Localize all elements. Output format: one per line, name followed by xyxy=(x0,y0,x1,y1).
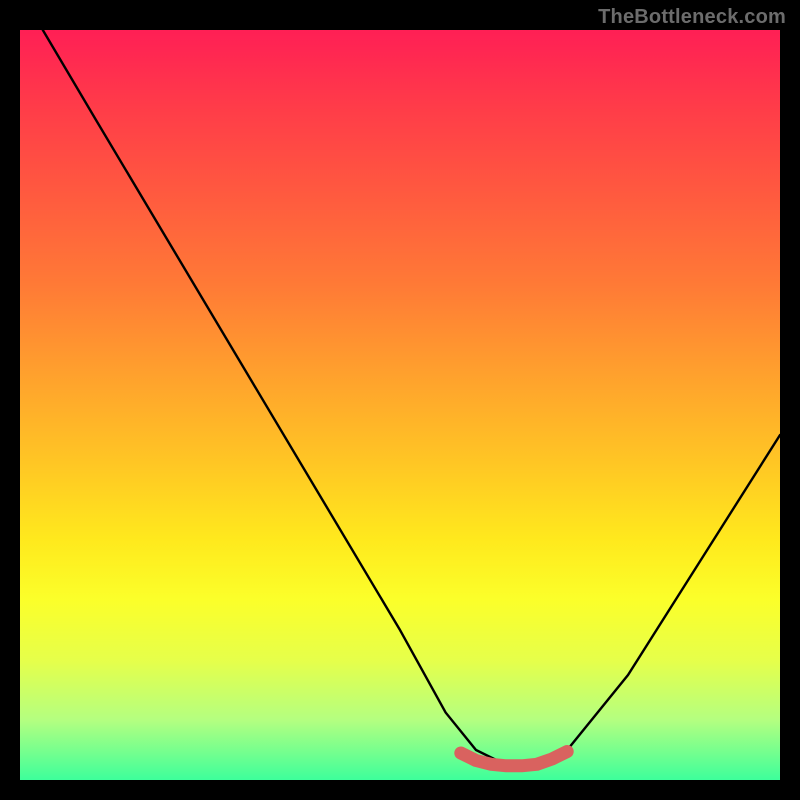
curve-line xyxy=(43,30,780,765)
chart-frame: TheBottleneck.com xyxy=(0,0,800,800)
optimum-marker-line xyxy=(461,752,567,766)
watermark-text: TheBottleneck.com xyxy=(598,6,786,29)
plot-area xyxy=(20,30,780,780)
chart-svg xyxy=(20,30,780,780)
